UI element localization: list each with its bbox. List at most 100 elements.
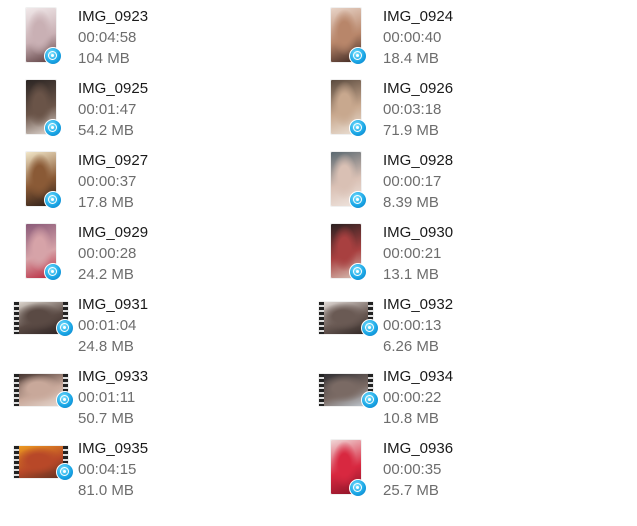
file-duration: 00:01:11 [78,389,136,406]
file-name: IMG_0923 [78,8,149,25]
file-details: IMG_0933 00:01:11 50.7 MB [78,366,148,429]
video-thumbnail[interactable] [26,8,62,65]
file-duration: 00:00:37 [78,173,137,190]
file-item[interactable]: IMG_0934 00:00:22 10.8 MB [305,364,595,430]
video-player-icon [44,47,62,65]
file-grid: IMG_0923 00:04:58 104 MB IMG_0924 00:00:40 18… [0,0,637,526]
video-thumbnail[interactable] [331,440,367,497]
video-thumbnail[interactable] [14,302,74,337]
file-item[interactable]: IMG_0933 00:01:11 50.7 MB [0,364,290,430]
video-thumbnail[interactable] [26,152,62,209]
file-duration: 00:03:18 [383,101,442,118]
file-name: IMG_0925 [78,80,149,97]
file-size: 24.2 MB [78,266,134,283]
video-player-icon [349,479,367,497]
file-duration: 00:00:13 [383,317,442,334]
file-name: IMG_0926 [383,80,454,97]
file-details: IMG_0936 00:00:35 25.7 MB [383,438,453,501]
video-thumbnail[interactable] [14,374,74,409]
file-item[interactable]: IMG_0936 00:00:35 25.7 MB [305,436,595,502]
file-name: IMG_0927 [78,152,149,169]
film-strip-edge [14,446,19,478]
file-size: 25.7 MB [383,482,439,499]
file-duration: 00:04:58 [78,29,137,46]
file-size: 71.9 MB [383,122,439,139]
file-item[interactable]: IMG_0923 00:04:58 104 MB [0,4,290,70]
video-player-icon [44,263,62,281]
file-details: IMG_0931 00:01:04 24.8 MB [78,294,148,357]
file-details: IMG_0929 00:00:28 24.2 MB [78,222,148,285]
file-size: 8.39 MB [383,194,439,211]
file-duration: 00:00:40 [383,29,442,46]
file-size: 50.7 MB [78,410,134,427]
file-name: IMG_0930 [383,224,454,241]
file-item[interactable]: IMG_0929 00:00:28 24.2 MB [0,220,290,286]
file-duration: 00:00:22 [383,389,442,406]
file-name: IMG_0928 [383,152,454,169]
video-player-icon [44,191,62,209]
video-player-icon [349,119,367,137]
video-thumbnail[interactable] [26,224,62,281]
file-item[interactable]: IMG_0927 00:00:37 17.8 MB [0,148,290,214]
file-size: 6.26 MB [383,338,439,355]
file-details: IMG_0930 00:00:21 13.1 MB [383,222,453,285]
file-details: IMG_0927 00:00:37 17.8 MB [78,150,148,213]
file-duration: 00:00:17 [383,173,442,190]
file-size: 17.8 MB [78,194,134,211]
film-strip-edge [319,302,324,334]
file-name: IMG_0933 [78,368,149,385]
video-player-icon [56,319,74,337]
video-player-icon [349,263,367,281]
file-details: IMG_0934 00:00:22 10.8 MB [383,366,453,429]
file-details: IMG_0924 00:00:40 18.4 MB [383,6,453,69]
file-size: 13.1 MB [383,266,439,283]
video-thumbnail[interactable] [14,446,74,481]
video-player-icon [349,47,367,65]
file-item[interactable]: IMG_0925 00:01:47 54.2 MB [0,76,290,142]
file-duration: 00:04:15 [78,461,137,478]
video-thumbnail[interactable] [331,8,367,65]
video-player-icon [56,391,74,409]
video-player-icon [56,463,74,481]
file-item[interactable]: IMG_0926 00:03:18 71.9 MB [305,76,595,142]
video-thumbnail[interactable] [331,152,367,209]
file-item[interactable]: IMG_0930 00:00:21 13.1 MB [305,220,595,286]
file-duration: 00:01:47 [78,101,137,118]
file-details: IMG_0932 00:00:13 6.26 MB [383,294,453,357]
file-name: IMG_0934 [383,368,454,385]
file-item[interactable]: IMG_0932 00:00:13 6.26 MB [305,292,595,358]
file-details: IMG_0928 00:00:17 8.39 MB [383,150,453,213]
file-details: IMG_0935 00:04:15 81.0 MB [78,438,148,501]
file-name: IMG_0932 [383,296,454,313]
file-name: IMG_0929 [78,224,149,241]
file-details: IMG_0923 00:04:58 104 MB [78,6,148,69]
file-item[interactable]: IMG_0935 00:04:15 81.0 MB [0,436,290,502]
video-thumbnail[interactable] [331,224,367,281]
video-player-icon [44,119,62,137]
video-player-icon [361,391,379,409]
film-strip-edge [14,302,19,334]
file-duration: 00:00:35 [383,461,442,478]
video-thumbnail[interactable] [319,374,379,409]
file-item[interactable]: IMG_0924 00:00:40 18.4 MB [305,4,595,70]
file-item[interactable]: IMG_0931 00:01:04 24.8 MB [0,292,290,358]
file-size: 10.8 MB [383,410,439,427]
file-size: 54.2 MB [78,122,134,139]
file-details: IMG_0926 00:03:18 71.9 MB [383,78,453,141]
video-thumbnail[interactable] [331,80,367,137]
film-strip-edge [14,374,19,406]
film-strip-edge [319,374,324,406]
video-thumbnail[interactable] [26,80,62,137]
file-item[interactable]: IMG_0928 00:00:17 8.39 MB [305,148,595,214]
file-name: IMG_0935 [78,440,149,457]
video-player-icon [349,191,367,209]
file-size: 81.0 MB [78,482,134,499]
file-duration: 00:01:04 [78,317,137,334]
file-name: IMG_0936 [383,440,454,457]
file-duration: 00:00:28 [78,245,137,262]
file-duration: 00:00:21 [383,245,442,262]
file-name: IMG_0924 [383,8,454,25]
file-size: 18.4 MB [383,50,439,67]
file-name: IMG_0931 [78,296,149,313]
video-thumbnail[interactable] [319,302,379,337]
